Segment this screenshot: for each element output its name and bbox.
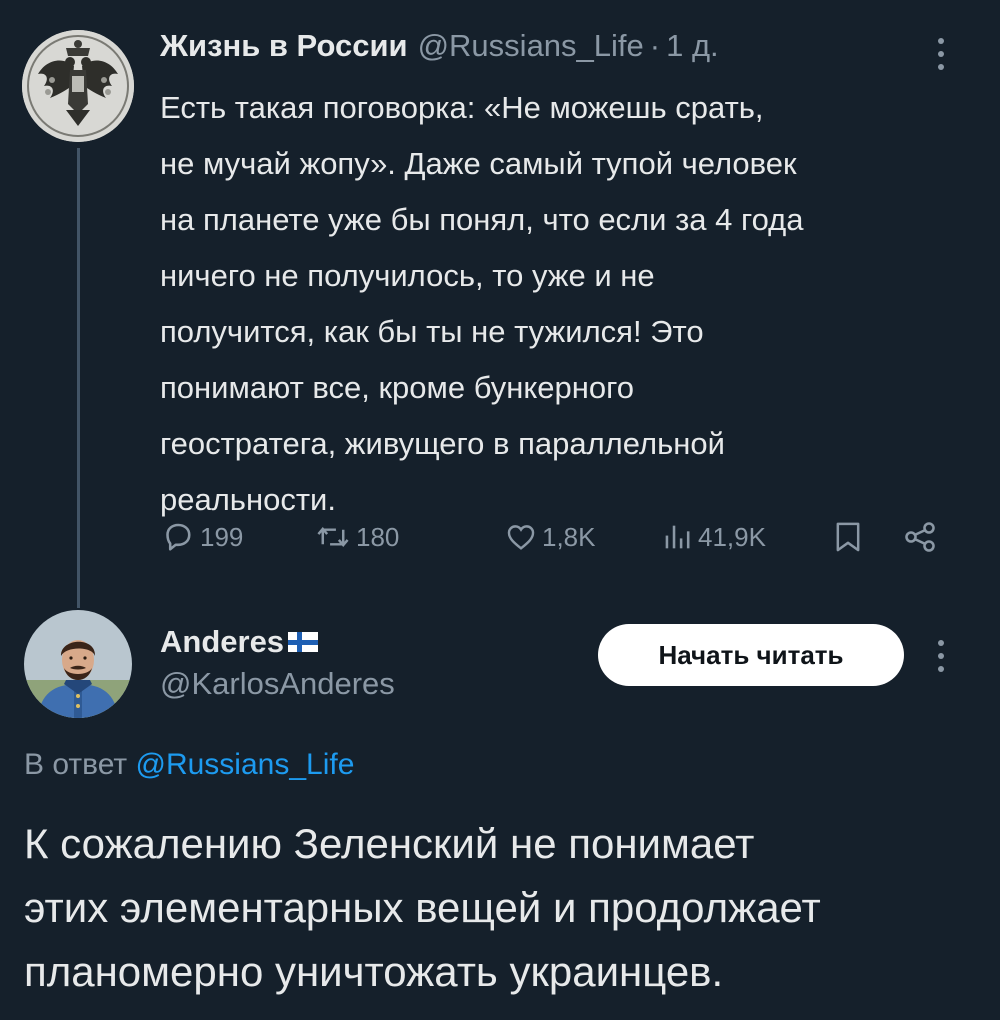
- bookmark-button[interactable]: [832, 514, 868, 560]
- author-handle[interactable]: @KarlosAnderes: [160, 666, 395, 702]
- thread-connector-line: [77, 148, 80, 608]
- tweet-text: Есть такая поговорка: «Не можешь срать, …: [160, 90, 804, 517]
- tweet-timestamp[interactable]: 1 д.: [666, 28, 719, 64]
- author-display-name[interactable]: Anderes: [160, 624, 284, 660]
- replying-to-line: В ответ @Russians_Life: [24, 748, 354, 782]
- portrait-icon: [24, 610, 132, 718]
- tweet-author-line: Жизнь в России @Russians_Life · 1 д.: [160, 28, 719, 68]
- meta-separator: ·: [649, 28, 661, 63]
- tweet-actions-bar: 199 180 1,8K 41,9K: [160, 514, 950, 560]
- replying-to-label: В ответ: [24, 748, 128, 781]
- coat-of-arms-icon: [22, 30, 134, 142]
- repost-count: 180: [356, 521, 400, 552]
- avatar[interactable]: [22, 30, 134, 142]
- reply-button[interactable]: 199: [160, 514, 243, 560]
- author-handle[interactable]: @Russians_Life: [418, 28, 644, 64]
- author-display-name[interactable]: Жизнь в России: [160, 28, 408, 64]
- more-options-icon[interactable]: [930, 636, 952, 676]
- repost-arrows-icon: [317, 527, 349, 547]
- reply-count: 199: [200, 521, 244, 552]
- avatar[interactable]: [24, 610, 132, 718]
- follow-button[interactable]: Начать читать: [598, 624, 904, 686]
- reply-tweet-text: К сожалению Зеленский не понимает этих э…: [24, 820, 821, 995]
- like-count: 1,8K: [542, 521, 596, 552]
- reply-author-name-line: Anderes: [160, 624, 319, 660]
- repost-button[interactable]: 180: [314, 514, 399, 560]
- bar-chart-icon: [665, 525, 690, 549]
- finland-flag-icon: [288, 632, 319, 652]
- heart-icon: [507, 525, 535, 550]
- more-options-icon[interactable]: [930, 34, 952, 74]
- bookmark-icon: [836, 522, 860, 552]
- speech-bubble-icon: [166, 523, 191, 551]
- views-count: 41,9K: [698, 521, 766, 552]
- share-button[interactable]: [902, 514, 942, 560]
- views-button[interactable]: 41,9K: [660, 514, 766, 560]
- replying-to-mention-link[interactable]: @Russians_Life: [135, 748, 354, 781]
- share-icon: [905, 522, 935, 552]
- like-button[interactable]: 1,8K: [504, 514, 596, 560]
